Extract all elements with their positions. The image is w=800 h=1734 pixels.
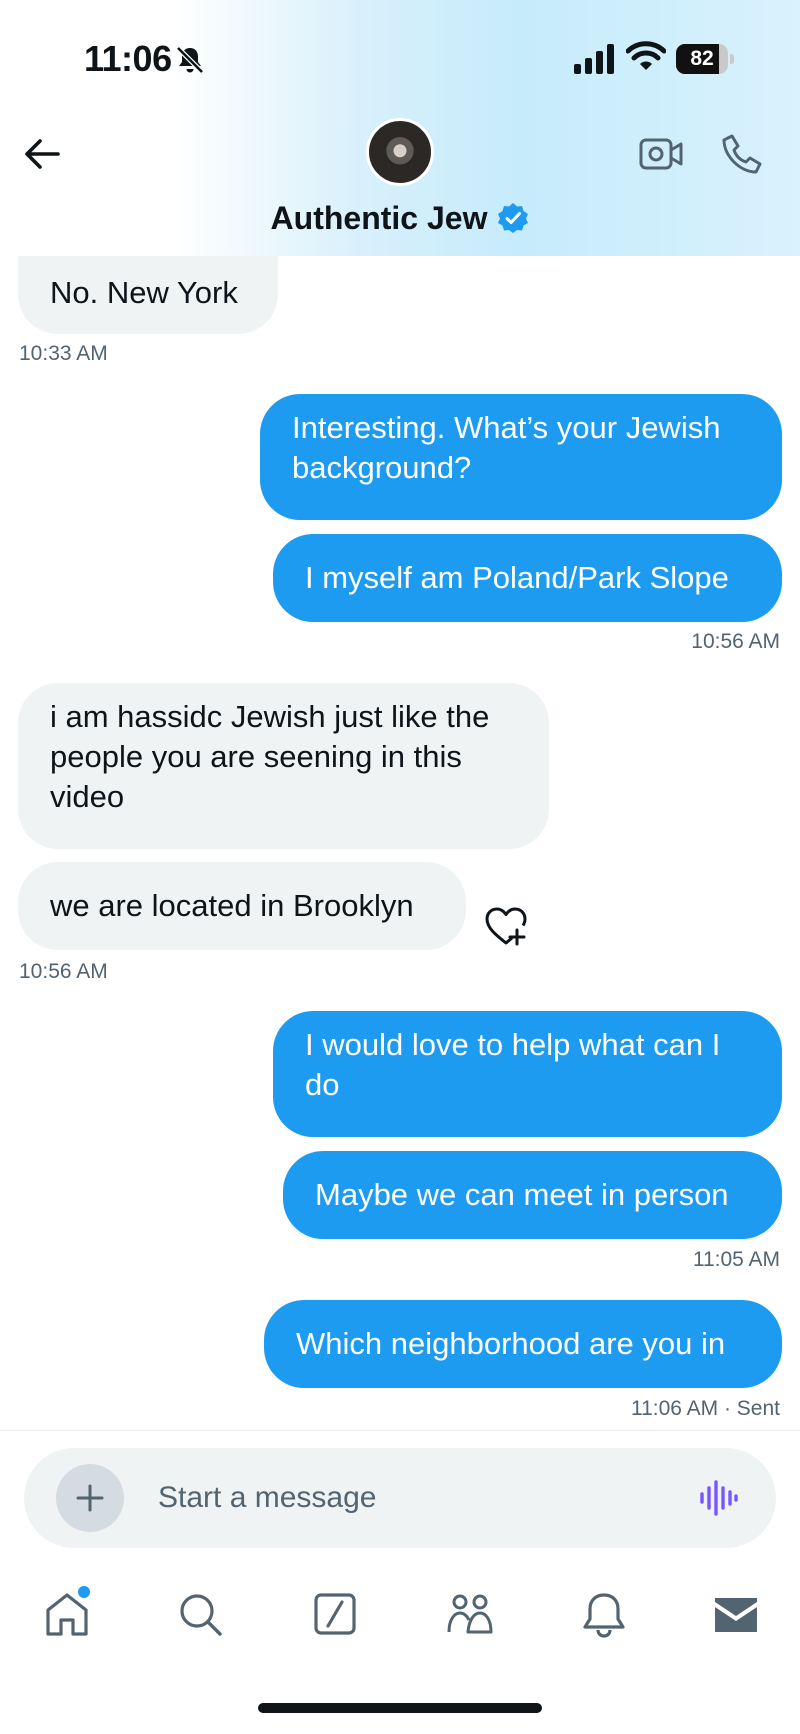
attach-button[interactable]: [56, 1464, 124, 1532]
battery-level: 82: [690, 47, 714, 70]
message-timestamp: 10:56 AM: [691, 630, 780, 653]
avatar[interactable]: [366, 118, 434, 186]
notification-dot: [78, 1586, 90, 1598]
sent-message[interactable]: I myself am Poland/Park Slope: [273, 534, 782, 622]
notifications-icon[interactable]: [580, 1590, 628, 1638]
battery-indicator: 82: [676, 44, 734, 74]
back-arrow-icon[interactable]: [22, 136, 62, 172]
phone-call-icon[interactable]: [720, 132, 764, 176]
message-timestamp: 10:56 AM: [19, 960, 108, 983]
sent-message[interactable]: Maybe we can meet in person: [283, 1151, 782, 1239]
received-message[interactable]: No. New York: [18, 256, 278, 334]
wifi-icon: [626, 41, 666, 70]
status-time: 11:06: [84, 38, 172, 79]
contact-name-text: Authentic Jew: [270, 200, 488, 236]
sent-message[interactable]: I would love to help what can I do: [273, 1011, 782, 1137]
message-timestamp: 10:33 AM: [19, 342, 108, 365]
message-status: 11:06 AM · Sent: [630, 1397, 780, 1420]
heart-plus-icon[interactable]: [484, 906, 528, 946]
home-indicator: [258, 1703, 542, 1713]
sent-message[interactable]: Which neighborhood are you in: [264, 1300, 782, 1388]
received-message[interactable]: we are located in Brooklyn: [18, 862, 466, 950]
bell-off-icon: [176, 46, 204, 74]
message-timestamp: 11:05 AM: [692, 1248, 780, 1271]
video-call-icon[interactable]: [638, 134, 684, 174]
sent-message[interactable]: Interesting. What’s your Jewish backgrou…: [260, 394, 782, 520]
verified-badge-icon: [498, 203, 529, 233]
contact-name[interactable]: Authentic Jew: [0, 200, 800, 237]
received-message[interactable]: i am hassidc Jewish just like the people…: [18, 683, 549, 849]
communities-icon[interactable]: [446, 1590, 494, 1638]
voice-message-icon[interactable]: [698, 1478, 738, 1518]
signal-icon: [574, 44, 614, 74]
search-icon[interactable]: [176, 1590, 224, 1638]
plus-icon: [76, 1484, 104, 1512]
divider: [0, 1430, 800, 1431]
message-input[interactable]: [158, 1476, 658, 1520]
messages-icon[interactable]: [712, 1590, 760, 1638]
conversation-header: 11:06 82 Authentic Jew: [0, 0, 800, 256]
grok-icon[interactable]: [311, 1590, 359, 1638]
